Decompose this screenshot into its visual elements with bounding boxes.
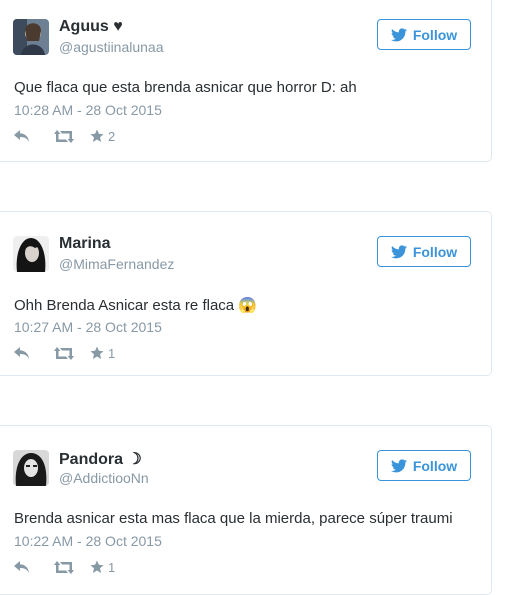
twitter-bird-icon (390, 244, 407, 258)
retweet-button[interactable] (54, 129, 76, 143)
display-name[interactable]: Marina (59, 235, 111, 253)
retweet-icon (54, 560, 74, 574)
twitter-bird-icon (390, 458, 407, 472)
star-icon (90, 129, 104, 142)
display-name[interactable]: Aguus ♥ (59, 18, 123, 36)
favorite-count: 1 (108, 559, 116, 575)
twitter-bird-icon (390, 27, 407, 41)
follow-button[interactable]: Follow (377, 450, 471, 481)
follow-label: Follow (412, 243, 458, 260)
username[interactable]: @AddictiooNn (59, 470, 149, 486)
avatar[interactable] (13, 236, 49, 272)
retweet-button[interactable] (54, 346, 76, 360)
reply-button[interactable] (14, 347, 34, 359)
reply-button[interactable] (14, 561, 34, 573)
timestamp[interactable]: 10:28 AM - 28 Oct 2015 (14, 102, 162, 118)
follow-label: Follow (412, 457, 458, 474)
follow-label: Follow (412, 26, 458, 43)
timestamp[interactable]: 10:22 AM - 28 Oct 2015 (14, 533, 162, 549)
username[interactable]: @agustiinalunaa (59, 39, 164, 55)
tweet-card: Marina @MimaFernandez Follow Ohh Brenda … (0, 211, 492, 376)
username[interactable]: @MimaFernandez (59, 256, 174, 272)
tweet-actions: 1 (14, 558, 115, 576)
favorite-button[interactable]: 1 (90, 560, 115, 575)
favorite-count: 1 (108, 345, 116, 361)
star-icon (90, 346, 104, 359)
retweet-icon (54, 346, 74, 360)
avatar[interactable] (13, 450, 49, 486)
reply-icon (14, 130, 29, 142)
retweet-icon (54, 129, 74, 143)
tweet-actions: 1 (14, 344, 115, 362)
tweet-actions: 2 (14, 127, 115, 145)
favorite-count: 2 (108, 128, 116, 144)
retweet-button[interactable] (54, 560, 76, 574)
tweet-text: Brenda asnicar esta mas flaca que la mie… (14, 510, 453, 527)
display-name[interactable]: Pandora ☽ (59, 449, 142, 469)
reply-icon (14, 561, 29, 573)
tweet-card: Pandora ☽ @AddictiooNn Follow Brenda asn… (0, 425, 492, 595)
tweet-text: Ohh Brenda Asnicar esta re flaca 😱 (14, 297, 257, 314)
timestamp[interactable]: 10:27 AM - 28 Oct 2015 (14, 319, 162, 335)
reply-icon (14, 347, 29, 359)
follow-button[interactable]: Follow (377, 19, 471, 50)
avatar[interactable] (13, 19, 49, 55)
reply-button[interactable] (14, 130, 34, 142)
tweet-text: Que flaca que esta brenda asnicar que ho… (14, 79, 357, 96)
star-icon (90, 560, 104, 573)
favorite-button[interactable]: 1 (90, 346, 115, 361)
follow-button[interactable]: Follow (377, 236, 471, 267)
favorite-button[interactable]: 2 (90, 129, 115, 144)
tweet-card: Aguus ♥ @agustiinalunaa Follow Que flaca… (0, 0, 492, 162)
